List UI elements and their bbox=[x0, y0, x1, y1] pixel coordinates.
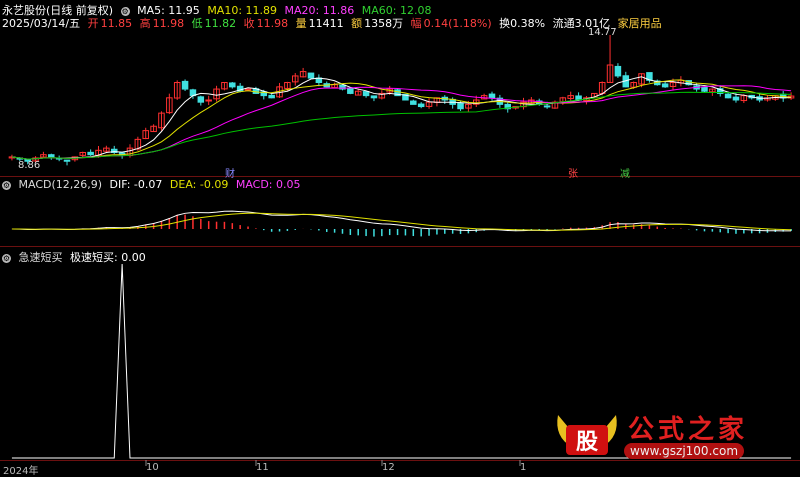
event-marker-reduce[interactable]: 减 bbox=[620, 165, 630, 180]
candle-body bbox=[244, 88, 252, 91]
price-chart-svg[interactable] bbox=[0, 0, 800, 473]
ma10-line bbox=[11, 79, 792, 160]
candle-body bbox=[732, 96, 740, 101]
candle-body bbox=[48, 154, 55, 158]
candle-body bbox=[229, 82, 236, 88]
x-tick-label: 1 bbox=[520, 462, 527, 473]
candle-body bbox=[197, 96, 205, 103]
candle-body bbox=[543, 105, 551, 108]
candle-body bbox=[63, 159, 71, 162]
candle-body bbox=[268, 94, 275, 99]
watermark-title: 公式之家 bbox=[628, 415, 749, 445]
watermark: 股 公式之家 www.gszj100.com bbox=[552, 407, 792, 467]
watermark-logo-text: 股 bbox=[576, 429, 598, 455]
candle-body bbox=[347, 87, 354, 94]
event-marker-finance[interactable]: 财 bbox=[225, 165, 235, 180]
candle-body bbox=[488, 93, 496, 99]
ma60-line bbox=[11, 91, 792, 160]
event-marker-increase[interactable]: 张 bbox=[568, 165, 578, 180]
x-tick-label: 2024年 bbox=[3, 466, 39, 477]
low-annotation: 8.86 bbox=[18, 160, 41, 171]
candle-body bbox=[457, 102, 464, 110]
candle-body bbox=[307, 72, 315, 79]
high-annotation: 14.77 bbox=[588, 27, 617, 38]
candle-body bbox=[661, 83, 669, 88]
watermark-url: www.gszj100.com bbox=[624, 443, 745, 459]
x-tick-label: 10 bbox=[146, 462, 159, 473]
candle-body bbox=[410, 100, 417, 105]
candle-body bbox=[87, 151, 94, 156]
candle-body bbox=[701, 87, 708, 92]
x-tick-label: 12 bbox=[382, 462, 395, 473]
candle-body bbox=[417, 103, 425, 108]
candle-body bbox=[724, 93, 732, 99]
candle-body bbox=[614, 65, 622, 77]
candle-body bbox=[362, 91, 370, 97]
watermark-logo: 股 bbox=[557, 415, 617, 455]
candle-body bbox=[370, 95, 378, 99]
candle-body bbox=[181, 80, 189, 90]
dea-line bbox=[11, 212, 792, 231]
x-tick-label: 11 bbox=[256, 462, 269, 473]
